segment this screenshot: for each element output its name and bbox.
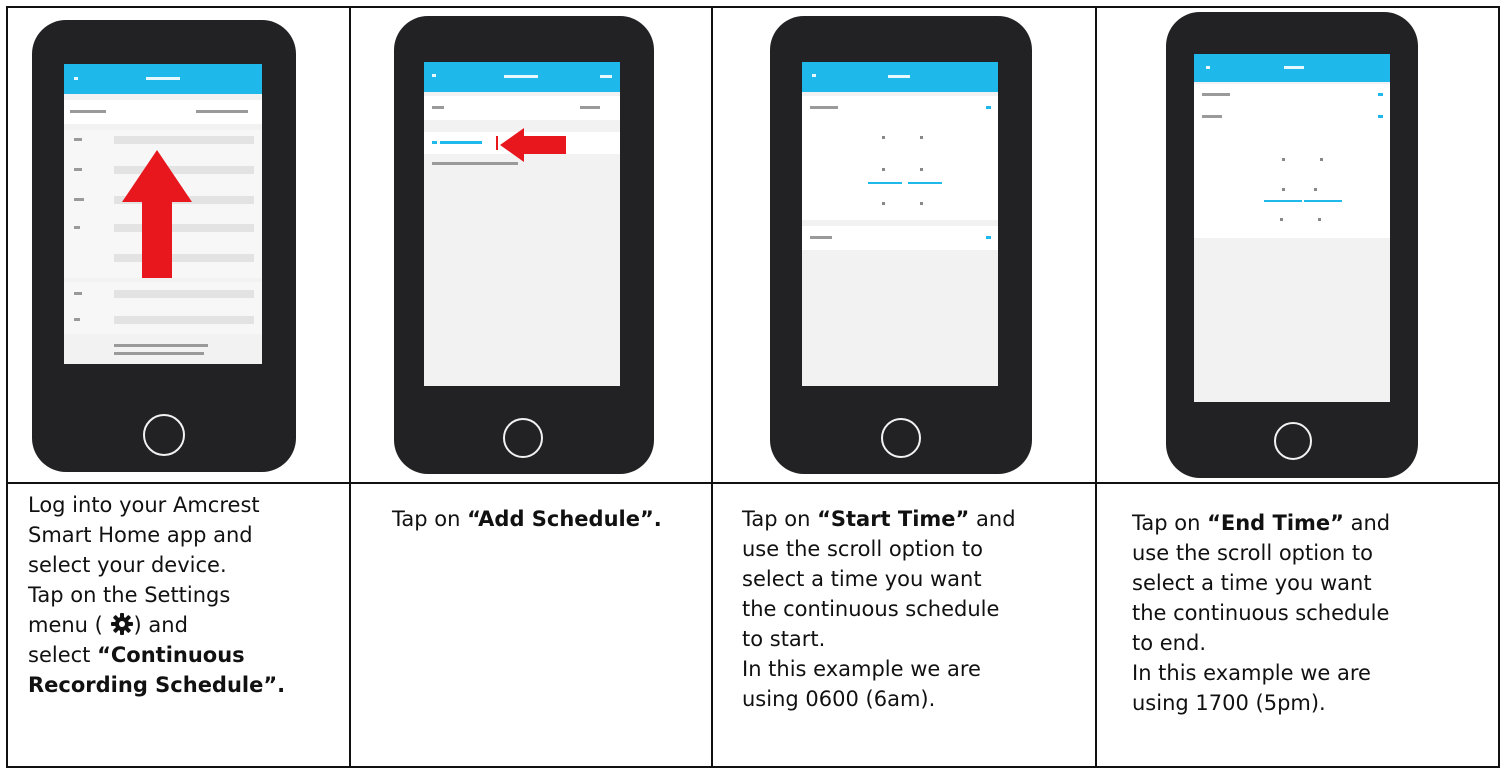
phone-screen	[64, 64, 262, 364]
step-3-caption: Tap on “Start Time” and use the scroll op…	[742, 504, 1090, 714]
gear-icon	[110, 613, 133, 635]
caption-text: menu (	[28, 613, 110, 637]
caption-text: to end.	[1132, 631, 1206, 655]
red-arrow-left-icon	[500, 128, 566, 162]
caption-text: Smart Home app and	[28, 523, 253, 547]
caption-line: the continuous schedule	[1132, 598, 1498, 628]
caption-line: to start.	[742, 624, 1090, 654]
caption-line: Tap on “Add Schedule”.	[392, 504, 704, 534]
caption-text: Tap on	[742, 507, 818, 531]
step-2-caption: Tap on “Add Schedule”.	[392, 504, 704, 534]
phone-mockup-start-time	[770, 16, 1032, 474]
caption-line: use the scroll option to	[1132, 538, 1498, 568]
caption-line: menu ( ) and	[28, 610, 346, 640]
caption-text: to start.	[742, 627, 826, 651]
caption-line: Recording Schedule”.	[28, 670, 346, 700]
caption-line: using 1700 (5pm).	[1132, 688, 1498, 718]
settings-row	[424, 96, 620, 120]
caption-line: to end.	[1132, 628, 1498, 658]
schedule-list	[64, 282, 262, 334]
column-divider	[1095, 8, 1097, 766]
caption-emphasis: “Start Time”	[817, 507, 970, 531]
instruction-table: Log into your Amcrest Smart Home app and s…	[6, 6, 1500, 768]
home-button-icon	[503, 418, 543, 458]
caption-text: ) and	[133, 613, 188, 637]
phone-screen	[424, 62, 620, 386]
phone-mockup-add-schedule	[394, 16, 654, 474]
caption-text: use the scroll option to	[742, 537, 983, 561]
caption-emphasis: Recording Schedule”.	[28, 673, 286, 697]
caption-text: the continuous schedule	[742, 597, 1000, 621]
caption-line: use the scroll option to	[742, 534, 1090, 564]
caption-line: select “Continuous	[28, 640, 346, 670]
caption-line: Tap on the Settings	[28, 580, 346, 610]
app-header	[1194, 54, 1390, 82]
caption-text: using 1700 (5pm).	[1132, 691, 1326, 715]
caption-text: Tap on	[392, 507, 468, 531]
caption-line: Tap on “End Time” and	[1132, 508, 1498, 538]
row-divider	[8, 482, 1498, 484]
caption-text: the continuous schedule	[1132, 601, 1390, 625]
app-header	[424, 62, 620, 92]
caption-line: In this example we are	[1132, 658, 1498, 688]
column-divider	[349, 8, 351, 766]
caption-text: Log into your Amcrest	[28, 493, 260, 517]
phone-mockup-end-time	[1166, 12, 1418, 478]
caption-emphasis: “Add Schedule”.	[467, 507, 662, 531]
caption-text: In this example we are	[1132, 661, 1371, 685]
caption-text: use the scroll option to	[1132, 541, 1373, 565]
caption-text: select	[28, 643, 98, 667]
caption-line: the continuous schedule	[742, 594, 1090, 624]
caption-text: select your device.	[28, 553, 227, 577]
start-time-row	[802, 96, 998, 120]
step-1-caption: Log into your Amcrest Smart Home app and s…	[28, 490, 346, 700]
home-button-icon	[143, 414, 185, 456]
caption-emphasis: “Continuous	[97, 643, 245, 667]
caption-text: select a time you want	[1132, 571, 1372, 595]
caption-line: Tap on “Start Time” and	[742, 504, 1090, 534]
caption-line: select your device.	[28, 550, 346, 580]
phone-mockup-settings	[32, 20, 296, 472]
caption-line: select a time you want	[1132, 568, 1498, 598]
caption-line: In this example we are	[742, 654, 1090, 684]
end-time-row	[802, 226, 998, 250]
caption-text: In this example we are	[742, 657, 981, 681]
start-time-row	[1194, 84, 1390, 106]
caption-line: using 0600 (6am).	[742, 684, 1090, 714]
caption-line: Smart Home app and	[28, 520, 346, 550]
caption-text: and	[1343, 511, 1391, 535]
app-header	[802, 62, 998, 92]
phone-screen	[1194, 54, 1390, 402]
step-4-caption: Tap on “End Time” and use the scroll opti…	[1132, 508, 1498, 718]
caption-text: Tap on the Settings	[28, 583, 231, 607]
caption-text: Tap on	[1132, 511, 1208, 535]
home-button-icon	[881, 418, 921, 458]
caption-text: and	[969, 507, 1016, 531]
caption-text: using 0600 (6am).	[742, 687, 936, 711]
column-divider	[711, 8, 713, 766]
time-picker	[1194, 128, 1390, 238]
time-picker	[802, 120, 998, 220]
red-arrow-up-icon	[122, 150, 192, 278]
phone-screen	[802, 62, 998, 386]
caption-text: select a time you want	[742, 567, 982, 591]
settings-row	[64, 100, 262, 124]
home-button-icon	[1274, 422, 1312, 460]
app-header	[64, 64, 262, 94]
caption-line: Log into your Amcrest	[28, 490, 346, 520]
caption-line: select a time you want	[742, 564, 1090, 594]
end-time-row	[1194, 106, 1390, 128]
caption-emphasis: “End Time”	[1207, 511, 1344, 535]
